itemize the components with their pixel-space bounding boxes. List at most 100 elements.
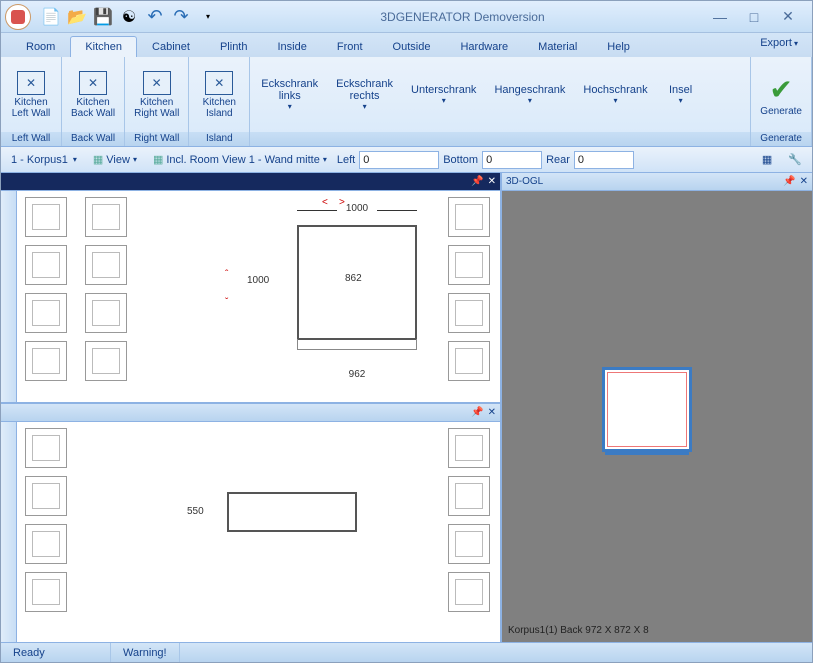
grid-icon[interactable]: ▦ (756, 151, 778, 168)
thumb[interactable] (85, 293, 127, 333)
eckschrank-links-button[interactable]: Eckschranklinks (252, 59, 327, 130)
thumb[interactable] (25, 428, 67, 468)
group-label-back-wall: Back Wall (62, 132, 124, 146)
qat-icon-1[interactable]: 📄 (39, 5, 63, 29)
ogl-status-text: Korpus1(1) Back 972 X 872 X 8 (508, 625, 649, 636)
tab-room[interactable]: Room (11, 36, 70, 57)
qat-redo-icon[interactable]: ↷ (169, 5, 193, 29)
tab-hardware[interactable]: Hardware (445, 36, 523, 57)
window-title: 3DGENERATOR Demoversion (219, 10, 706, 24)
status-bar: Ready Warning! (1, 642, 812, 662)
cabinet-side-shape[interactable] (227, 492, 357, 532)
thumb[interactable] (448, 245, 490, 285)
tab-front[interactable]: Front (322, 36, 378, 57)
korpus-selector[interactable]: 1 - Korpus1 (5, 152, 83, 168)
thumb[interactable] (85, 197, 127, 237)
ogl-header: 3D-OGL 📌 ✕ (502, 173, 812, 191)
close-button[interactable]: ✕ (774, 8, 802, 26)
ribbon-back-wall-group: KitchenBack Wall Back Wall (62, 57, 125, 146)
window-controls: — □ ✕ (706, 8, 808, 26)
unterschrank-button[interactable]: Unterschrank (402, 59, 485, 130)
box-x-icon (79, 71, 107, 95)
dim-depth: 550 (187, 506, 204, 517)
thumb[interactable] (85, 341, 127, 381)
kitchen-back-wall-button[interactable]: KitchenBack Wall (64, 59, 122, 130)
arrow-v: ˆ (225, 269, 228, 280)
tab-outside[interactable]: Outside (378, 36, 446, 57)
pin-icon[interactable]: 📌 (783, 176, 795, 187)
arrow-v: ˇ (225, 297, 228, 308)
thumb[interactable] (25, 293, 67, 333)
export-menu[interactable]: Export (760, 37, 798, 49)
kitchen-left-wall-button[interactable]: KitchenLeft Wall (3, 59, 59, 130)
close-icon[interactable]: ✕ (800, 176, 808, 187)
left-panel: 📌 ✕ < > 1000 ˆ (1, 173, 502, 642)
thumb[interactable] (448, 341, 490, 381)
thumb[interactable] (25, 476, 67, 516)
qat-save-icon[interactable]: 💾 (91, 5, 115, 29)
tab-inside[interactable]: Inside (263, 36, 322, 57)
thumb[interactable] (25, 245, 67, 285)
dim-inner: 862 (345, 273, 362, 284)
box-x-icon (143, 71, 171, 95)
insel-button[interactable]: Insel (657, 59, 705, 130)
pin-icon[interactable]: 📌 (471, 407, 483, 418)
top-view-cabinet: 1000 ˆ ˇ 1000 862 100 962 (277, 225, 437, 340)
side-drawing-area[interactable]: 550 (77, 422, 440, 642)
bottom-input[interactable] (482, 151, 542, 169)
thumb[interactable] (25, 524, 67, 564)
maximize-button[interactable]: □ (740, 8, 768, 26)
tab-kitchen[interactable]: Kitchen (70, 36, 137, 57)
close-icon[interactable]: ✕ (488, 407, 496, 418)
view-selector[interactable]: ▦ View ▾ (87, 151, 143, 168)
thumb[interactable] (448, 428, 490, 468)
left-thumbnails-2 (77, 191, 137, 402)
tool-icon[interactable]: 🔧 (782, 151, 808, 168)
thumb[interactable] (448, 572, 490, 612)
rear-input[interactable] (574, 151, 634, 169)
thumb[interactable] (25, 341, 67, 381)
group-label-mid (250, 132, 750, 146)
ribbon-cabinet-types-group: Eckschranklinks Eckschrankrechts Untersc… (250, 57, 751, 146)
right-thumbnails-bottom (440, 422, 500, 642)
minimize-button[interactable]: — (706, 8, 734, 26)
hochschrank-button[interactable]: Hochschrank (574, 59, 656, 130)
top-drawing-area[interactable]: < > 1000 ˆ ˇ 1000 862 100 962 (137, 191, 440, 402)
tab-plinth[interactable]: Plinth (205, 36, 263, 57)
ribbon-right-wall-group: KitchenRight Wall Right Wall (125, 57, 189, 146)
qat-more-icon[interactable] (195, 5, 219, 29)
kitchen-island-button[interactable]: KitchenIsland (191, 59, 247, 130)
thumb[interactable] (25, 572, 67, 612)
thumb[interactable] (448, 197, 490, 237)
hangeschrank-button[interactable]: Hangeschrank (485, 59, 574, 130)
cabinet-3d[interactable] (602, 367, 692, 452)
close-icon[interactable]: ✕ (488, 176, 496, 187)
pin-icon[interactable]: 📌 (471, 176, 483, 187)
thumb[interactable] (85, 245, 127, 285)
tab-cabinet[interactable]: Cabinet (137, 36, 205, 57)
group-label-island: Island (189, 132, 249, 146)
qat-undo-icon[interactable]: ↶ (143, 5, 167, 29)
group-label-left-wall: Left Wall (1, 132, 61, 146)
ogl-canvas[interactable]: Korpus1(1) Back 972 X 872 X 8 (502, 191, 812, 642)
app-icon[interactable] (5, 4, 31, 30)
eckschrank-rechts-button[interactable]: Eckschrankrechts (327, 59, 402, 130)
bottom-views: 550 (1, 422, 500, 642)
tab-material[interactable]: Material (523, 36, 592, 57)
qat-icon-2[interactable]: 📂 (65, 5, 89, 29)
kitchen-right-wall-button[interactable]: KitchenRight Wall (127, 59, 186, 130)
generate-button[interactable]: ✔ Generate (753, 59, 809, 130)
incl-room-view[interactable]: ▦ Incl. Room View 1 - Wand mitte ▾ (147, 151, 333, 168)
thumb[interactable] (448, 476, 490, 516)
qat-yinyang-icon[interactable]: ☯ (117, 5, 141, 29)
left-input[interactable] (359, 151, 439, 169)
bottom-panel-header: 📌 ✕ (1, 404, 500, 422)
vertical-ruler (1, 422, 17, 642)
tab-help[interactable]: Help (592, 36, 645, 57)
thumb[interactable] (448, 293, 490, 333)
secondary-toolbar: 1 - Korpus1 ▦ View ▾ ▦ Incl. Room View 1… (1, 147, 812, 173)
thumb[interactable] (448, 524, 490, 564)
thumb[interactable] (25, 197, 67, 237)
status-warning: Warning! (111, 643, 180, 662)
vertical-ruler (1, 191, 17, 402)
